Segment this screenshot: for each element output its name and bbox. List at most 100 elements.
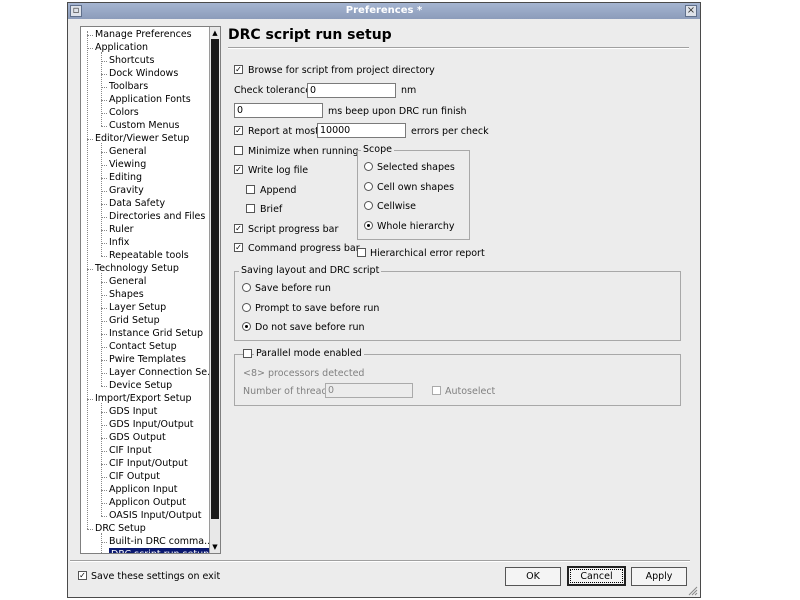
tree-item[interactable]: Data Safety — [109, 197, 165, 210]
tree-item[interactable]: Technology Setup — [95, 262, 179, 275]
tree-item[interactable]: DRC Setup — [95, 522, 146, 535]
tree-item[interactable]: Editor/Viewer Setup — [95, 132, 189, 145]
parallel-label: Parallel mode enabled — [254, 348, 364, 359]
save-settings-checkbox[interactable]: ✓ — [78, 571, 87, 580]
tree-item[interactable]: CIF Input — [109, 444, 152, 457]
tree-item[interactable]: Device Setup — [109, 379, 172, 392]
tree-item[interactable]: Import/Export Setup — [95, 392, 192, 405]
tree-item[interactable]: Directories and Files — [109, 210, 205, 223]
tree-connector — [101, 52, 102, 126]
cancel-button[interactable]: Cancel — [567, 566, 626, 586]
tree-item[interactable]: Ruler — [109, 223, 134, 236]
tree-connector — [101, 273, 102, 386]
write-log-label: Write log file — [248, 165, 309, 176]
report-checkbox[interactable]: ✓ — [234, 126, 243, 135]
scope-radio[interactable] — [364, 181, 373, 191]
report-suffix: errors per check — [411, 126, 489, 137]
heading-divider — [228, 47, 689, 49]
page-title: DRC script run setup — [228, 27, 392, 43]
tree-item[interactable]: Manage Preferences — [95, 28, 192, 41]
ok-button[interactable]: OK — [505, 567, 561, 586]
close-icon[interactable]: × — [685, 5, 697, 17]
tree-item[interactable]: Contact Setup — [109, 340, 177, 353]
threads-input[interactable]: 0 — [325, 383, 413, 398]
tree-item[interactable]: Applicon Input — [109, 483, 178, 496]
script-progress-checkbox[interactable]: ✓ — [234, 224, 243, 233]
tree-item[interactable]: Viewing — [109, 158, 146, 171]
save-mode-radio[interactable] — [242, 283, 251, 292]
threads-label: Number of threads — [243, 386, 333, 397]
browse-checkbox[interactable]: ✓ — [234, 65, 243, 74]
command-progress-checkbox[interactable]: ✓ — [234, 243, 243, 252]
tree-item[interactable]: General — [109, 145, 146, 158]
tree-connector — [101, 533, 102, 553]
tree-item[interactable]: GDS Output — [109, 431, 166, 444]
tree-item[interactable]: Editing — [109, 171, 142, 184]
window-title: Preferences * — [345, 5, 423, 16]
tolerance-input[interactable]: 0 — [307, 83, 396, 98]
tree-item[interactable]: Applicon Output — [109, 496, 186, 509]
tree-item[interactable]: OASIS Input/Output — [109, 509, 202, 522]
tree-item[interactable]: Gravity — [109, 184, 144, 197]
scope-radio[interactable] — [364, 201, 373, 210]
save-mode-radio[interactable] — [242, 302, 251, 312]
title-bar[interactable]: Preferences * — [68, 3, 700, 19]
tree-connector — [101, 403, 102, 516]
script-progress-label: Script progress bar — [248, 224, 339, 235]
tree-item[interactable]: GDS Input — [109, 405, 157, 418]
report-max-input[interactable]: 10000 — [317, 123, 406, 138]
hierarchical-report-label: Hierarchical error report — [370, 248, 485, 259]
tree-item[interactable]: GDS Input/Output — [109, 418, 194, 431]
scope-option-label: Whole hierarchy — [377, 220, 455, 232]
tree-item[interactable]: Layer Setup — [109, 301, 166, 314]
tree-connector — [101, 143, 102, 256]
scope-radio[interactable] — [364, 220, 373, 230]
tree-item[interactable]: Repeatable tools — [109, 249, 189, 262]
parallel-checkbox[interactable] — [243, 349, 252, 358]
category-tree[interactable]: Manage Preferences Application Shortcuts Do… — [80, 26, 221, 554]
tree-item[interactable]: Pwire Templates — [109, 353, 186, 366]
tree-item[interactable]: General — [109, 275, 146, 288]
tree-connector — [101, 386, 107, 387]
tree-item[interactable]: Dock Windows — [109, 67, 178, 80]
minimize-checkbox[interactable] — [234, 146, 243, 155]
tree-item[interactable]: Toolbars — [109, 80, 148, 93]
tree-scrollbar[interactable]: ▲ ▼ — [209, 27, 220, 553]
scope-radio[interactable] — [364, 162, 373, 171]
tree-item[interactable]: Layer Connection Se... — [109, 366, 216, 379]
tree-item[interactable]: Application — [95, 41, 148, 54]
tree-item[interactable]: Custom Menus — [109, 119, 179, 132]
window-menu-icon[interactable]: ▫ — [70, 5, 82, 17]
report-label: Report at most — [248, 126, 319, 137]
tree-item[interactable]: Infix — [109, 236, 129, 249]
scrollbar-thumb[interactable] — [211, 39, 219, 519]
beep-input[interactable]: 0 — [234, 103, 323, 118]
tree-item[interactable]: CIF Input/Output — [109, 457, 188, 470]
brief-checkbox[interactable] — [246, 204, 255, 213]
hierarchical-report-checkbox[interactable] — [357, 248, 366, 257]
browse-label: Browse for script from project directory — [248, 65, 435, 76]
save-settings-label: Save these settings on exit — [91, 571, 221, 582]
autoselect-checkbox[interactable] — [432, 386, 441, 395]
tree-item[interactable]: Shortcuts — [109, 54, 154, 67]
scroll-down-arrow-icon[interactable]: ▼ — [211, 542, 219, 552]
scope-group-title: Scope — [361, 144, 394, 155]
tree-item[interactable]: Application Fonts — [109, 93, 191, 106]
apply-button[interactable]: Apply — [631, 567, 687, 586]
tree-item[interactable]: Instance Grid Setup — [109, 327, 203, 340]
tree-connector — [87, 529, 93, 530]
tree-item[interactable]: CIF Output — [109, 470, 160, 483]
tree-item[interactable]: Grid Setup — [109, 314, 160, 327]
tree-item[interactable]: Colors — [109, 106, 139, 119]
save-mode-option-label: Do not save before run — [255, 322, 365, 333]
write-log-checkbox[interactable]: ✓ — [234, 165, 243, 174]
tree-item[interactable]: Built-in DRC comma... — [109, 535, 213, 548]
save-mode-radio[interactable] — [242, 322, 251, 331]
resize-grip-icon[interactable] — [688, 586, 698, 596]
tree-connector — [87, 31, 88, 529]
scroll-up-arrow-icon[interactable]: ▲ — [211, 28, 219, 38]
beep-label: ms beep upon DRC run finish — [328, 106, 467, 117]
append-checkbox[interactable] — [246, 185, 255, 194]
tree-item[interactable]: DRC script run setup — [109, 548, 212, 553]
tree-item[interactable]: Shapes — [109, 288, 144, 301]
